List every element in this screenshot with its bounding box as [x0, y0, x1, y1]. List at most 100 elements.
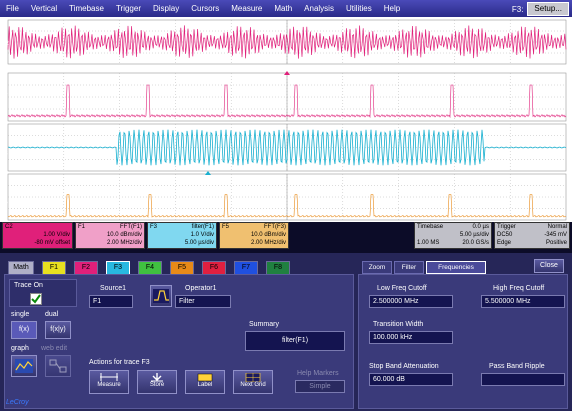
tab-zoom[interactable]: Zoom — [362, 261, 392, 274]
stop-band-field[interactable]: 60.000 dB — [369, 373, 453, 386]
tab-f8[interactable]: F8 — [266, 261, 290, 274]
high-cutoff-field[interactable]: 5.500000 MHz — [481, 295, 565, 308]
trigger-slope: Positive — [545, 240, 567, 246]
store-button[interactable]: Store — [137, 370, 177, 394]
graph-button[interactable] — [11, 355, 37, 377]
single-function-button[interactable]: f(x) — [11, 321, 37, 339]
trigger-type: Edge — [497, 240, 512, 246]
trigger-label: Trigger — [497, 224, 516, 230]
descriptor-id: C2 — [5, 224, 13, 230]
filter-icon — [153, 289, 169, 303]
descriptor-value: 1.0 V/div — [190, 232, 214, 238]
label-button-text: Label — [197, 382, 213, 388]
descriptor-id: F5 — [222, 224, 230, 230]
help-markers-field[interactable]: Simple — [295, 380, 345, 393]
setup-button[interactable]: Setup... — [527, 2, 569, 16]
descriptor-value: 2.00 MHz/div — [250, 240, 286, 246]
trace-label-f5: F5 — [1, 200, 9, 206]
trace-label-f1: F1 — [1, 90, 9, 96]
dual-label: dual — [45, 311, 59, 318]
store-label: Store — [149, 382, 165, 388]
operator-field[interactable]: Filter — [175, 295, 231, 308]
setup-prefix: F3: — [511, 4, 524, 14]
trace-on-checkbox[interactable] — [30, 293, 42, 305]
menu-vertical[interactable]: Vertical — [25, 0, 63, 17]
menu-analysis[interactable]: Analysis — [298, 0, 340, 17]
setup-group: F3: Setup... — [512, 2, 569, 16]
brand-logo: LeCroy — [6, 399, 29, 406]
tab-math[interactable]: Math — [8, 261, 34, 274]
tab-f2[interactable]: F2 — [74, 261, 98, 274]
next-grid-button[interactable]: Next Grid — [233, 370, 273, 394]
menu-timebase[interactable]: Timebase — [63, 0, 110, 17]
web-edit-icon — [49, 359, 67, 373]
close-button[interactable]: Close — [534, 259, 564, 273]
menu-math[interactable]: Math — [268, 0, 298, 17]
descriptor-f1[interactable]: F1 FFT(F1) 10.0 dBm/div 2.00 MHz/div — [75, 222, 145, 249]
dual-function-button[interactable]: f(x|y) — [45, 321, 71, 339]
transition-width-label: Transition Width — [373, 321, 424, 328]
menu-file[interactable]: File — [0, 0, 25, 17]
menu-cursors[interactable]: Cursors — [185, 0, 225, 17]
descriptor-title: filter(F1) — [191, 224, 214, 230]
tab-frequencies[interactable]: Frequencies — [426, 261, 486, 274]
next-grid-icon — [245, 373, 261, 382]
timebase-points: 1.00 MS — [417, 240, 440, 246]
pass-band-field[interactable] — [481, 373, 565, 386]
descriptor-id: F3 — [150, 224, 158, 230]
stop-band-label: Stop Band Attenuation — [369, 363, 439, 370]
descriptor-value: -80 mV offset — [34, 240, 70, 246]
waveform-grid — [7, 19, 567, 221]
measure-button[interactable]: Measure — [89, 370, 129, 394]
timebase-scale: 5.00 µs/div — [459, 232, 489, 238]
descriptor-value: 5.00 µs/div — [184, 240, 214, 246]
descriptor-f5[interactable]: F5 FFT(F3) 10.0 dBm/div 2.00 MHz/div — [219, 222, 289, 249]
trigger-level: -345 mV — [544, 232, 567, 238]
source-label: Source1 — [100, 285, 127, 292]
low-cutoff-field[interactable]: 2.500000 MHz — [369, 295, 453, 308]
tab-f7[interactable]: F7 — [234, 261, 258, 274]
tab-f6[interactable]: F6 — [202, 261, 226, 274]
menu-display[interactable]: Display — [147, 0, 185, 17]
menu-trigger[interactable]: Trigger — [110, 0, 147, 17]
trigger-mode: Normal — [547, 224, 567, 230]
menu-bar: File Vertical Timebase Trigger Display C… — [0, 0, 572, 17]
label-icon — [197, 373, 213, 382]
trace-on-label: Trace On — [14, 282, 43, 289]
tab-f3[interactable]: F3 — [106, 261, 130, 274]
web-edit-label: web edit — [41, 345, 68, 352]
math-panel: Trace On single dual f(x) f(x|y) graph w… — [4, 274, 354, 409]
label-button[interactable]: Label — [185, 370, 225, 394]
source-field[interactable]: F1 — [89, 295, 133, 308]
high-cutoff-label: High Freq Cutoff — [493, 285, 545, 292]
timebase-delay: 0.0 µs — [472, 224, 489, 230]
descriptor-c2[interactable]: C2 1.00 V/div -80 mV offset — [2, 222, 73, 249]
descriptor-f3[interactable]: F3 filter(F1) 1.0 V/div 5.00 µs/div — [147, 222, 217, 249]
descriptor-value: 10.0 dBm/div — [250, 232, 286, 238]
web-edit-button[interactable] — [45, 355, 71, 377]
tab-f5[interactable]: F5 — [170, 261, 194, 274]
operator-icon-button[interactable] — [150, 285, 172, 307]
trace-label-c2: C2 — [1, 41, 9, 47]
descriptor-id: F1 — [78, 224, 86, 230]
operator-label: Operator1 — [185, 285, 217, 292]
transition-width-field[interactable]: 100.000 kHz — [369, 331, 453, 344]
frequencies-panel: Low Freq Cutoff 2.500000 MHz High Freq C… — [358, 274, 568, 409]
descriptor-value: 10.0 dBm/div — [106, 232, 142, 238]
trigger-descriptor[interactable]: Trigger Normal DC50 -345 mV Edge Positive — [494, 222, 570, 249]
timebase-descriptor[interactable]: Timebase 0.0 µs 5.00 µs/div 1.00 MS 20.0 G… — [414, 222, 492, 249]
tab-filter[interactable]: Filter — [394, 261, 424, 274]
timebase-label: Timebase — [417, 224, 444, 230]
menu-utilities[interactable]: Utilities — [340, 0, 378, 17]
waveform-display[interactable]: C2 F1 F3 F5 — [0, 17, 572, 222]
summary-field: filter(F1) — [245, 331, 345, 351]
graph-label: graph — [11, 345, 29, 352]
measure-icon — [100, 373, 118, 381]
help-markers-label: Help Markers — [297, 370, 339, 377]
tab-f1[interactable]: F1 — [42, 261, 66, 274]
tab-f4[interactable]: F4 — [138, 261, 162, 274]
menu-help[interactable]: Help — [378, 0, 406, 17]
actions-label: Actions for trace F3 — [89, 359, 150, 366]
menu-measure[interactable]: Measure — [225, 0, 268, 17]
low-cutoff-label: Low Freq Cutoff — [377, 285, 427, 292]
